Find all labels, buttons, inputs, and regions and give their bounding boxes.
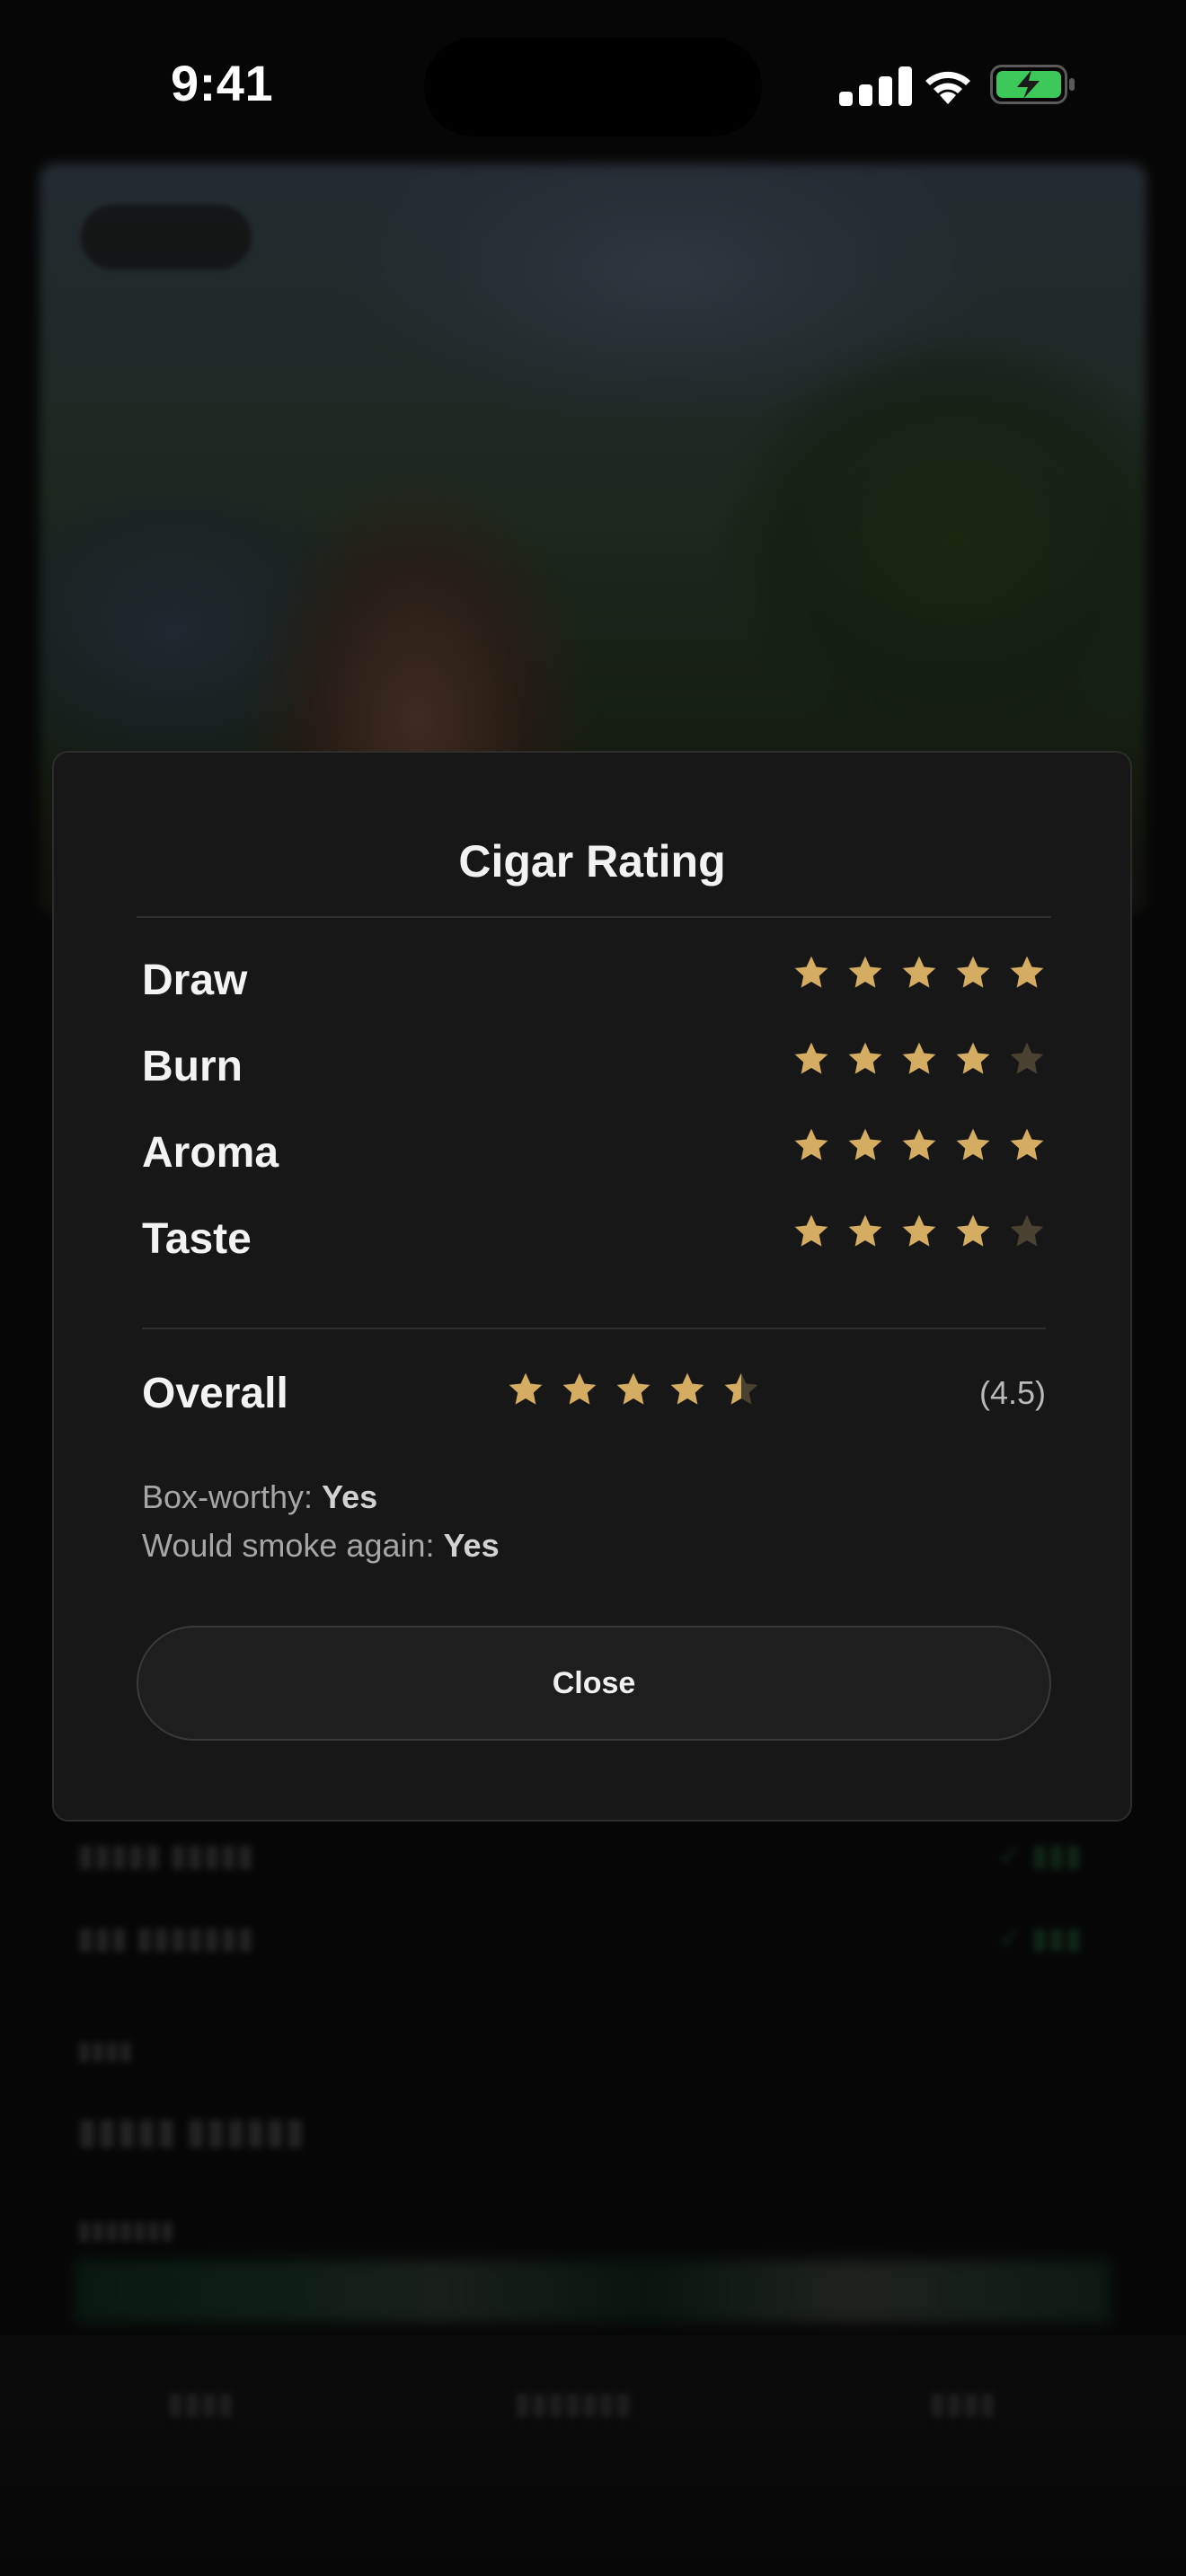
close-button[interactable]: Close	[137, 1626, 1051, 1741]
star-icon	[902, 956, 936, 988]
star-icon	[848, 1128, 882, 1160]
star-icon	[670, 1372, 704, 1405]
status-time: 9:41	[171, 55, 274, 111]
smoke-again-label: Would smoke again:	[142, 1527, 435, 1564]
star-icon	[794, 956, 828, 988]
star-icon	[1010, 956, 1044, 988]
overall-value: (4.5)	[978, 1374, 1046, 1411]
smoke-again-line: Would smoke again: Yes	[142, 1527, 500, 1565]
star-icon	[902, 1214, 936, 1247]
star-icon	[956, 1128, 990, 1160]
signal-icon	[839, 65, 915, 106]
rating-label: Aroma	[142, 1129, 279, 1177]
star-icon	[794, 1042, 828, 1074]
overall-star-rating	[507, 1371, 760, 1408]
star-icon	[848, 956, 882, 988]
star-icon	[794, 1128, 828, 1160]
star-rating	[792, 1213, 1046, 1250]
star-icon	[848, 1042, 882, 1074]
wifi-icon	[925, 71, 970, 104]
star-icon	[956, 956, 990, 988]
star-rating	[792, 1126, 1046, 1164]
star-icon	[794, 1214, 828, 1247]
star-icon	[1010, 1128, 1044, 1160]
star-icon	[848, 1214, 882, 1247]
box-worthy-line: Box-worthy: Yes	[142, 1478, 377, 1516]
star-icon	[902, 1042, 936, 1074]
overall-label: Overall	[142, 1370, 288, 1417]
rating-label: Draw	[142, 957, 248, 1004]
rating-label: Taste	[142, 1215, 252, 1263]
star-icon	[956, 1214, 990, 1247]
box-worthy-label: Box-worthy:	[142, 1478, 314, 1515]
star-icon	[562, 1372, 597, 1405]
status-bar: 9:41	[0, 0, 1186, 171]
box-worthy-value: Yes	[322, 1478, 378, 1515]
star-icon	[509, 1372, 543, 1405]
title-divider	[137, 916, 1051, 918]
star-icon	[902, 1128, 936, 1160]
cigar-rating-modal: Cigar Rating Draw Burn Aroma Taste Overa…	[52, 751, 1132, 1822]
rating-row-taste: Taste	[142, 1207, 1046, 1270]
rating-row-draw: Draw	[142, 948, 1046, 1011]
modal-title: Cigar Rating	[458, 836, 726, 887]
star-icon	[616, 1372, 651, 1405]
screen: ▮▮▮▮▮ ▮▮▮▮▮ ✓ ▮▮▮ ▮▮▮ ▮▮▮▮▮▮▮ ✓ ▮▮▮ ▮▮▮▮…	[0, 0, 1186, 2576]
star-icon	[1010, 1042, 1044, 1074]
star-rating	[792, 954, 1046, 992]
star-icon	[1010, 1214, 1044, 1247]
rating-row-aroma: Aroma	[142, 1121, 1046, 1184]
smoke-again-value: Yes	[443, 1527, 500, 1564]
battery-charging-icon	[990, 65, 1075, 104]
star-icon	[724, 1372, 758, 1405]
rating-row-burn: Burn	[142, 1035, 1046, 1098]
star-rating	[792, 1040, 1046, 1078]
dynamic-island	[424, 38, 762, 137]
star-icon	[956, 1042, 990, 1074]
rating-label: Burn	[142, 1043, 243, 1090]
overall-divider	[142, 1328, 1046, 1329]
overall-row: Overall (4.5)	[142, 1360, 1046, 1428]
